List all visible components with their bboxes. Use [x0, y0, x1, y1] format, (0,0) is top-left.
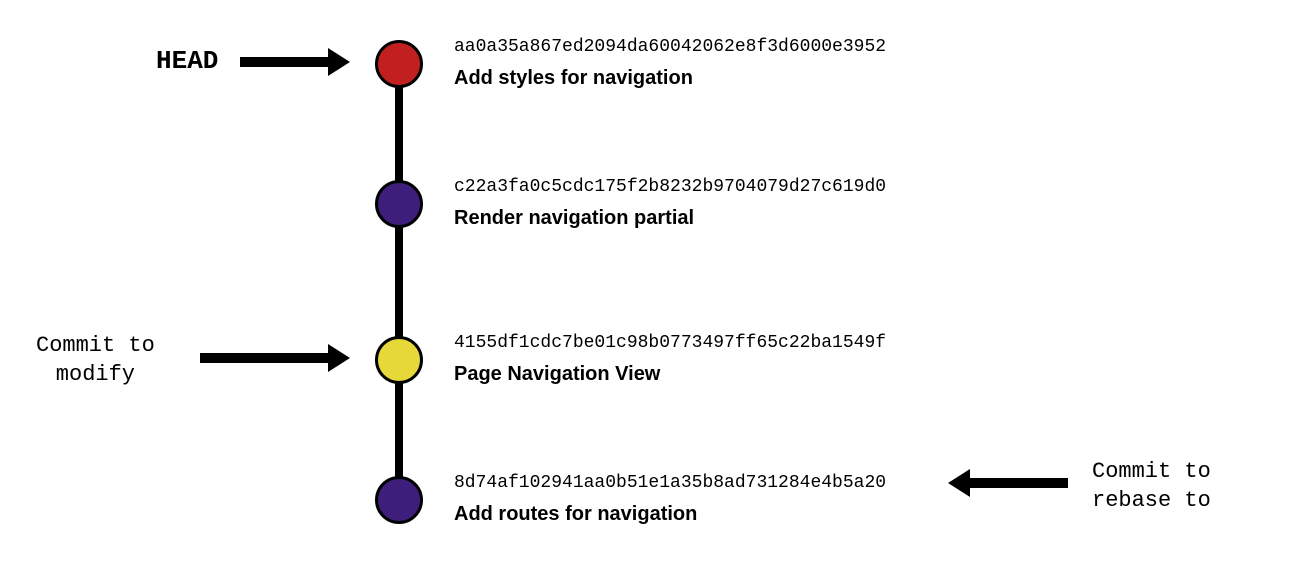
commit-node-modify: [375, 336, 423, 384]
rebase-label-line1: Commit to: [1092, 458, 1211, 487]
commit-info-4: 8d74af102941aa0b51e1a35b8ad731284e4b5a20…: [454, 473, 886, 526]
modify-label-line1: Commit to: [36, 332, 155, 361]
commit-hash: 8d74af102941aa0b51e1a35b8ad731284e4b5a20: [454, 473, 886, 493]
head-label: HEAD: [156, 46, 218, 76]
commit-message: Render navigation partial: [454, 207, 886, 230]
commit-message: Add routes for navigation: [454, 503, 886, 526]
commit-node-head: [375, 40, 423, 88]
commit-hash: aa0a35a867ed2094da60042062e8f3d6000e3952: [454, 37, 886, 57]
commit-info-2: c22a3fa0c5cdc175f2b8232b9704079d27c619d0…: [454, 177, 886, 230]
modify-label-line2: modify: [36, 361, 155, 390]
commit-info-1: aa0a35a867ed2094da60042062e8f3d6000e3952…: [454, 37, 886, 90]
commit-hash: c22a3fa0c5cdc175f2b8232b9704079d27c619d0: [454, 177, 886, 197]
commit-info-3: 4155df1cdc7be01c98b0773497ff65c22ba1549f…: [454, 333, 886, 386]
rebase-label: Commit to rebase to: [1092, 458, 1211, 515]
rebase-label-line2: rebase to: [1092, 487, 1211, 516]
commit-message: Add styles for navigation: [454, 67, 886, 90]
commit-hash: 4155df1cdc7be01c98b0773497ff65c22ba1549f: [454, 333, 886, 353]
commit-node-rebase: [375, 476, 423, 524]
commit-message: Page Navigation View: [454, 363, 886, 386]
commit-graph-line: [395, 64, 403, 500]
commit-node-2: [375, 180, 423, 228]
modify-label: Commit to modify: [36, 332, 155, 389]
